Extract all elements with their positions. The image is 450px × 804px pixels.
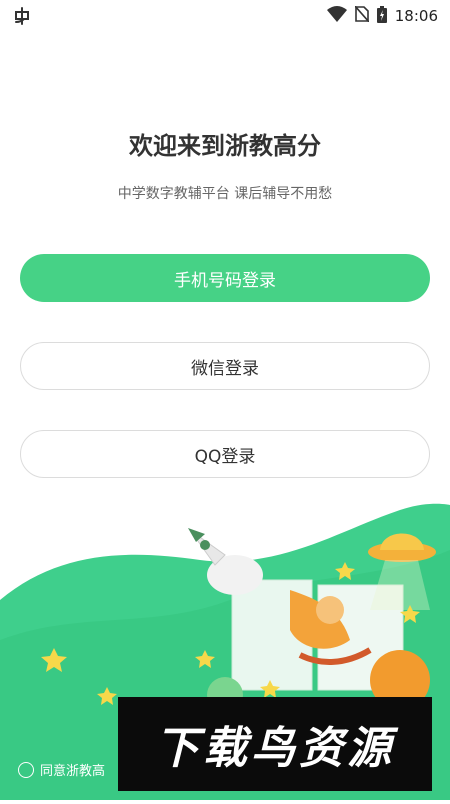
status-time: 18:06 [394,7,438,25]
no-sim-icon [354,5,370,26]
page-subtitle: 中学数字教辅平台 课后辅导不用愁 [117,186,333,202]
app-notification-icon [12,6,34,26]
wechat-login-button[interactable]: 微信登录 [20,342,430,390]
agreement-row: 同意浙教高 [18,760,105,779]
agreement-text: 同意浙教高 [40,764,106,779]
page-title: 欢迎来到浙教高分 [129,132,321,160]
wifi-icon [326,6,347,26]
phone-login-button[interactable]: 手机号码登录 [20,254,430,302]
qq-login-button[interactable]: QQ登录 [20,430,430,478]
battery-charging-icon [376,5,387,27]
agreement-checkbox[interactable] [18,761,34,778]
status-bar: 18:06 [0,0,450,32]
watermark-banner: 下载鸟资源 [118,697,432,791]
watermark-text: 下载鸟资源 [155,723,395,774]
